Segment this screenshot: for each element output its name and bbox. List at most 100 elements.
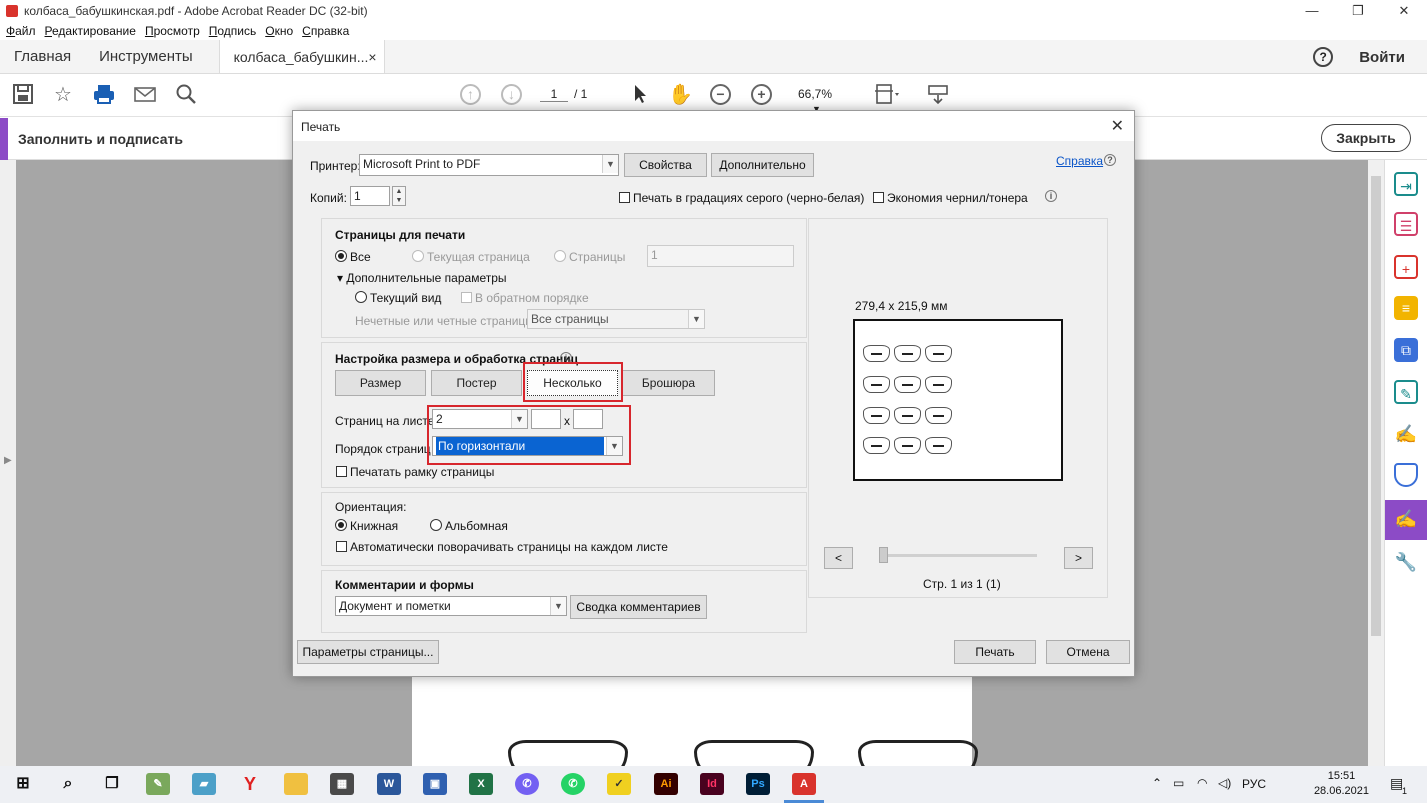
left-panel-strip[interactable]: ▶	[0, 160, 16, 766]
app-paint-icon[interactable]: ✎	[146, 773, 170, 795]
landscape-radio[interactable]	[430, 519, 442, 531]
reverse-order-checkbox[interactable]	[461, 292, 472, 303]
whatsapp-icon[interactable]: ✆	[561, 773, 585, 795]
maximize-button[interactable]: ❐	[1335, 0, 1381, 22]
task-view-icon[interactable]: ❐	[100, 773, 124, 795]
select-cursor-icon[interactable]	[628, 83, 652, 107]
zoom-in-icon[interactable]: +	[751, 84, 772, 105]
properties-button[interactable]: Свойства	[624, 153, 707, 177]
indesign-icon[interactable]: Id	[700, 773, 724, 795]
excel-icon[interactable]: X	[469, 773, 493, 795]
odd-even-select[interactable]: Все страницы ▼	[527, 309, 705, 329]
menu-sign[interactable]: Подпись	[209, 24, 257, 38]
tab-tools[interactable]: Инструменты	[85, 40, 207, 73]
help-icon[interactable]: ?	[1313, 47, 1334, 67]
illustrator-icon[interactable]: Ai	[654, 773, 678, 795]
save-icon[interactable]	[11, 83, 35, 107]
acrobat-taskbar-icon[interactable]: A	[792, 773, 816, 795]
comment-icon[interactable]: ≡	[1394, 296, 1418, 320]
tab-close-icon[interactable]: ×	[368, 40, 376, 73]
yandex-browser-icon[interactable]: Y	[238, 773, 262, 795]
viber-icon[interactable]: ✆	[515, 773, 539, 795]
request-signature-icon[interactable]: ✍	[1394, 422, 1418, 446]
expand-panel-icon[interactable]: ▶	[4, 455, 12, 466]
protect-icon[interactable]	[1394, 463, 1418, 487]
battery-icon[interactable]: ▭	[1173, 776, 1184, 803]
poster-button[interactable]: Постер	[431, 370, 522, 396]
preview-next-button[interactable]: >	[1064, 547, 1093, 569]
menu-window[interactable]: Окно	[265, 24, 293, 38]
comments-select[interactable]: Документ и пометки ▼	[335, 596, 567, 616]
organize-pages-icon[interactable]: ☰	[1394, 212, 1418, 236]
tab-document[interactable]: колбаса_бабушкин... ×	[218, 40, 385, 73]
more-tools-icon[interactable]: 🔧	[1394, 550, 1418, 574]
search-icon[interactable]: ⌕	[56, 773, 80, 795]
word-icon[interactable]: W	[377, 773, 401, 795]
copies-input[interactable]: 1	[350, 186, 390, 206]
fill-sign-icon[interactable]: ✍	[1394, 507, 1418, 531]
close-tool-button[interactable]: Закрыть	[1321, 124, 1411, 152]
calculator-icon[interactable]: ▦	[330, 773, 354, 795]
sticky-notes-icon[interactable]: ✓	[607, 773, 631, 795]
edit-pdf-icon[interactable]: ✎	[1394, 380, 1418, 404]
scrollbar-thumb[interactable]	[1371, 176, 1381, 636]
page-up-icon[interactable]: ↑	[460, 84, 481, 105]
cancel-button[interactable]: Отмена	[1046, 640, 1130, 664]
more-options-toggle[interactable]: ▾ Дополнительные параметры	[337, 271, 507, 285]
preview-slider-track[interactable]	[879, 554, 1037, 557]
minimize-button[interactable]: —	[1289, 0, 1335, 22]
dialog-close-icon[interactable]: ✕	[1111, 116, 1124, 136]
language-indicator[interactable]: РУС	[1242, 777, 1266, 803]
page-setup-button[interactable]: Параметры страницы...	[297, 640, 439, 664]
vertical-scrollbar[interactable]	[1368, 160, 1384, 766]
copies-spinner[interactable]: ▲ ▼	[392, 186, 406, 206]
star-icon[interactable]: ☆	[51, 83, 75, 107]
preview-slider-thumb[interactable]	[879, 547, 888, 563]
keyboard-icon[interactable]	[926, 83, 950, 107]
tray-chevron-icon[interactable]: ⌃	[1152, 776, 1162, 803]
booklet-button[interactable]: Брошюра	[622, 370, 715, 396]
photoshop-icon[interactable]: Ps	[746, 773, 770, 795]
grayscale-checkbox[interactable]	[619, 192, 630, 203]
wifi-icon[interactable]: ◠	[1197, 776, 1207, 803]
menu-file[interactable]: Файл	[6, 24, 36, 38]
page-range-radio[interactable]	[554, 250, 566, 262]
size-button[interactable]: Размер	[335, 370, 426, 396]
signin-button[interactable]: Войти	[1359, 49, 1405, 66]
page-number-input[interactable]: 1	[540, 87, 568, 102]
current-page-radio[interactable]	[412, 250, 424, 262]
combine-files-icon[interactable]: ⧉	[1394, 338, 1418, 362]
email-icon[interactable]	[133, 83, 157, 107]
help-link[interactable]: Справка	[1056, 154, 1103, 168]
page-range-input[interactable]: 1	[647, 245, 794, 267]
summarize-comments-button[interactable]: Сводка комментариев	[570, 595, 707, 619]
all-pages-radio[interactable]	[335, 250, 347, 262]
close-window-button[interactable]: ✕	[1381, 0, 1427, 22]
export-pdf-icon[interactable]: ⇥	[1394, 172, 1418, 196]
ink-saver-checkbox[interactable]	[873, 192, 884, 203]
printer-select[interactable]: Microsoft Print to PDF ▼	[359, 154, 619, 176]
menu-view[interactable]: Просмотр	[145, 24, 200, 38]
menu-edit[interactable]: Редактирование	[45, 24, 136, 38]
tab-home[interactable]: Главная	[0, 40, 85, 73]
portrait-radio[interactable]	[335, 519, 347, 531]
menu-help[interactable]: Справка	[302, 24, 349, 38]
zoom-out-icon[interactable]: −	[710, 84, 731, 105]
create-pdf-icon[interactable]: +	[1394, 255, 1418, 279]
fit-page-icon[interactable]	[874, 83, 899, 107]
app-icon[interactable]: ▣	[423, 773, 447, 795]
print-border-checkbox[interactable]	[336, 466, 347, 477]
app-folder-icon[interactable]: ▰	[192, 773, 216, 795]
windows-start-icon[interactable]: ⊞	[11, 773, 35, 795]
file-explorer-icon[interactable]	[284, 773, 308, 795]
search-icon[interactable]	[174, 83, 198, 107]
hand-tool-icon[interactable]: ✋	[668, 83, 693, 107]
current-view-radio[interactable]	[355, 291, 367, 303]
preview-prev-button[interactable]: <	[824, 547, 853, 569]
volume-icon[interactable]: ◁)	[1218, 776, 1231, 803]
page-down-icon[interactable]: ↓	[501, 84, 522, 105]
auto-rotate-checkbox[interactable]	[336, 541, 347, 552]
print-button[interactable]: Печать	[954, 640, 1036, 664]
clock[interactable]: 15:51 28.06.2021	[1314, 769, 1369, 799]
advanced-button[interactable]: Дополнительно	[711, 153, 814, 177]
